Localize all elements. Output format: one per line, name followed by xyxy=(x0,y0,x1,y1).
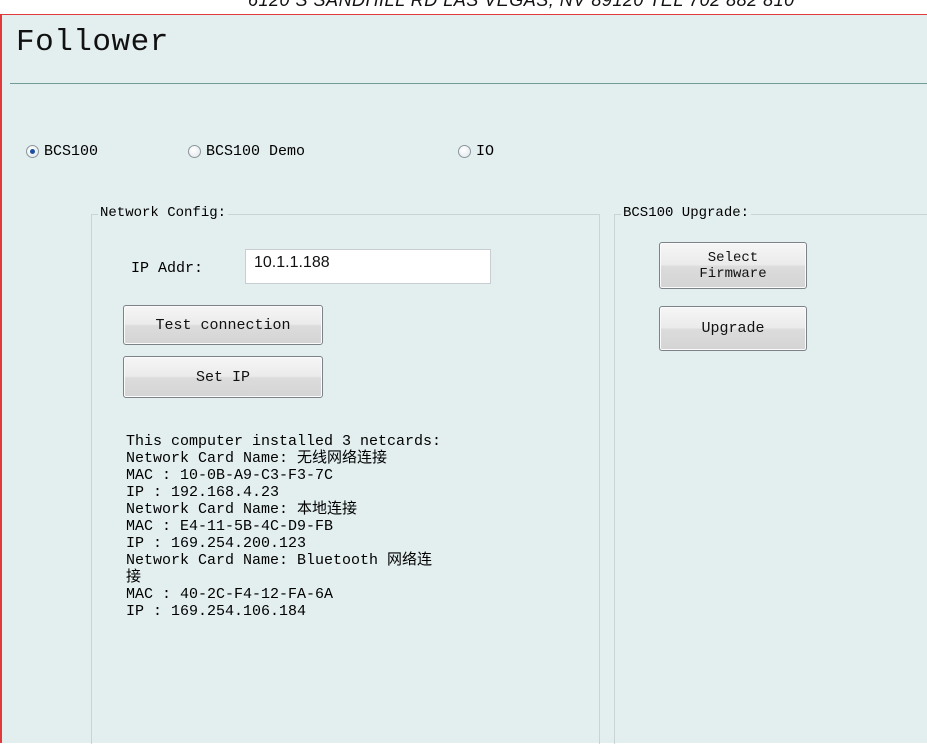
upgrade-group: BCS100 Upgrade: xyxy=(614,205,927,744)
title-divider xyxy=(10,83,927,84)
select-firmware-label-line1: Select xyxy=(707,249,759,266)
radio-label: BCS100 Demo xyxy=(206,143,306,160)
network-config-legend: Network Config: xyxy=(98,205,229,221)
ip-addr-label: IP Addr: xyxy=(131,260,204,277)
select-firmware-button[interactable]: Select Firmware xyxy=(659,242,807,289)
radio-button-icon[interactable] xyxy=(26,145,39,158)
top-strip: 6120 S SANDHILL RD LAS VEGAS, NV 89120 T… xyxy=(0,0,927,14)
netcard-info-line: IP : 192.168.4.23 xyxy=(126,484,280,501)
set-ip-button[interactable]: Set IP xyxy=(123,356,323,398)
netcard-info-line: Network Card Name: 无线网络连接 xyxy=(126,450,388,467)
netcard-info: This computer installed 3 netcards: Netw… xyxy=(126,433,566,620)
upgrade-legend: BCS100 Upgrade: xyxy=(621,205,752,221)
netcard-info-line: MAC : 40-2C-F4-12-FA-6A xyxy=(126,586,334,603)
netcard-info-line: MAC : E4-11-5B-4C-D9-FB xyxy=(126,518,334,535)
netcard-info-line: Network Card Name: 本地连接 xyxy=(126,501,358,518)
radio-label: IO xyxy=(476,143,495,160)
radio-label: BCS100 xyxy=(44,143,99,160)
select-firmware-label-line2: Firmware xyxy=(699,265,767,282)
ip-addr-input[interactable]: 10.1.1.188 xyxy=(245,249,491,284)
radio-button-icon[interactable] xyxy=(458,145,471,158)
radio-button-icon[interactable] xyxy=(188,145,201,158)
netcard-info-line: IP : 169.254.200.123 xyxy=(126,535,307,552)
test-connection-button[interactable]: Test connection xyxy=(123,305,323,345)
radio-option-io[interactable]: IO xyxy=(458,143,494,160)
netcard-info-line: IP : 169.254.106.184 xyxy=(126,603,307,620)
netcard-info-line: This computer installed 3 netcards: xyxy=(126,433,442,450)
netcard-info-line: MAC : 10-0B-A9-C3-F3-7C xyxy=(126,467,334,484)
page-title: Follower xyxy=(16,25,169,60)
address-text: 6120 S SANDHILL RD LAS VEGAS, NV 89120 T… xyxy=(248,0,795,10)
radio-option-bcs100-demo[interactable]: BCS100 Demo xyxy=(188,143,305,160)
netcard-info-line: 接 xyxy=(126,569,142,586)
follower-window: Follower BCS100 BCS100 Demo IO Network C… xyxy=(0,14,927,744)
upgrade-button[interactable]: Upgrade xyxy=(659,306,807,351)
netcard-info-line: Network Card Name: Bluetooth 网络连 xyxy=(126,552,433,569)
radio-option-bcs100[interactable]: BCS100 xyxy=(26,143,98,160)
